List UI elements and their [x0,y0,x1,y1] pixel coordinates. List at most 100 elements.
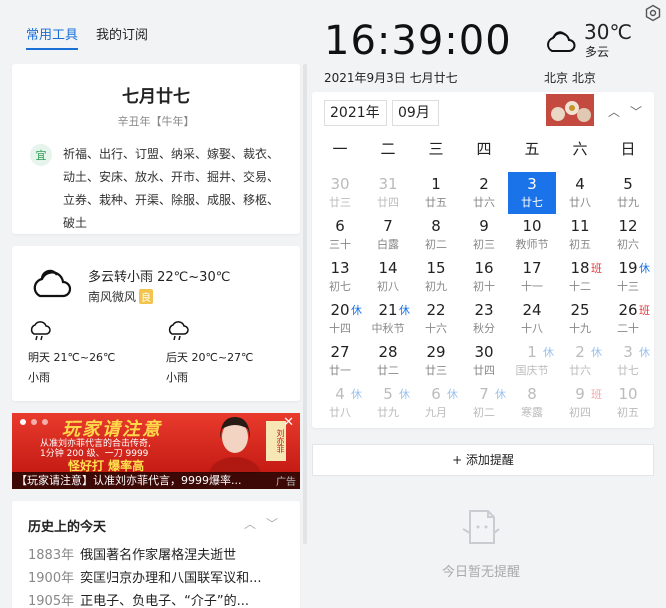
calendar-day[interactable]: 7 初二休 [460,382,508,424]
calendar-day[interactable]: 4 廿八休 [316,382,364,424]
day-number: 27 [330,343,350,361]
calendar-day[interactable]: 14 初八 [364,256,412,298]
calendar-day[interactable]: 16 初十 [460,256,508,298]
calendar-day[interactable]: 11 初五 [556,214,604,256]
calendar-day[interactable]: 13 初七 [316,256,364,298]
chevron-up-icon[interactable]: ︿ [244,515,256,532]
list-item[interactable]: 1905年 正电子、负电子、“介子”的... [28,590,288,608]
lunar-day: 秋分 [473,322,495,335]
ad-carousel-dots[interactable] [20,419,48,425]
calendar-day[interactable]: 3 廿七休 [604,340,652,382]
calendar-day[interactable]: 4 廿八 [556,172,604,214]
list-item[interactable]: 1883年 俄国著名作家屠格涅夫逝世 [28,544,288,567]
day-number: 10 [618,385,638,403]
weekday-label: 六 [572,140,588,158]
day-number: 7 [383,217,393,235]
calendar-day[interactable]: 29 廿三 [412,340,460,382]
add-reminder-button[interactable]: + 添加提醒 [312,444,654,476]
calendar-day[interactable]: 1 国庆节休 [508,340,556,382]
cloud-icon [547,31,576,52]
calendar-day[interactable]: 21 中秋节休 [364,298,412,340]
calendar-day[interactable]: 22 十六 [412,298,460,340]
ad-caption[interactable]: 【玩家请注意】认准刘亦菲代言，9999爆率... [12,472,300,489]
calendar-day[interactable]: 25 十九 [556,298,604,340]
empty-note-icon [462,510,500,544]
calendar-day[interactable]: 2 廿六 [460,172,508,214]
day-number: 22 [426,301,446,319]
calendar-day[interactable]: 19 十三休 [604,256,652,298]
calendar-day[interactable]: 5 廿九休 [364,382,412,424]
forecast-after-tomorrow: 后天 20℃~27℃ 小雨 [166,320,253,385]
calendar-day[interactable]: 9 初三 [460,214,508,256]
lunar-year: 辛丑年【牛年】 [117,115,195,128]
workday-badge: 班 [591,388,602,401]
calendar-day[interactable]: 5 廿九 [604,172,652,214]
ad-dot[interactable] [42,419,48,425]
calendar-day-today[interactable]: 3 廿七 [508,172,556,214]
lunar-day: 廿六 [473,196,495,209]
ad-banner[interactable]: 玩家请注意 从准刘亦菲代言的合击传奇, 1分钟 200 级、一刀 9999 怪好… [12,413,300,489]
calendar-day[interactable]: 8 初二 [412,214,460,256]
calendar-day[interactable]: 6 三十 [316,214,364,256]
settings-icon[interactable] [644,4,662,22]
calendar-day[interactable]: 10 教师节 [508,214,556,256]
lunar-day: 廿三 [329,196,351,209]
calendar-day[interactable]: 9 初四班 [556,382,604,424]
calendar-day[interactable]: 15 初九 [412,256,460,298]
forecast-after-tomorrow-temp: 后天 20℃~27℃ [166,351,254,364]
ad-dot[interactable] [31,419,37,425]
tab-common-tools[interactable]: 常用工具 [26,24,79,50]
weekday-label: 二 [380,140,396,158]
current-temperature: 30℃ [584,20,632,44]
calendar-day[interactable]: 23 秋分 [460,298,508,340]
calendar-day[interactable]: 30 廿四 [460,340,508,382]
day-number: 23 [474,301,494,319]
wind-text: 南风微风 [88,290,137,304]
year-select[interactable]: 2021年 [324,100,387,126]
empty-reminder-state: 今日暂无提醒 [436,505,526,580]
calendar-day[interactable]: 12 初六 [604,214,652,256]
calendar-day[interactable]: 30 廿三 [316,172,364,214]
calendar-day[interactable]: 27 廿一 [316,340,364,382]
calendar-day[interactable]: 10 初五 [604,382,652,424]
chevron-down-icon[interactable]: ﹀ [630,103,642,120]
holiday-banner-image[interactable] [546,94,594,126]
calendar-day[interactable]: 18 十二班 [556,256,604,298]
lunar-date: 七月廿七 [122,87,190,107]
lunar-day: 十四 [329,322,351,335]
calendar-day[interactable]: 26 二十班 [604,298,652,340]
day-number: 11 [570,217,590,235]
lunar-day: 廿九 [617,196,639,209]
chevron-up-icon[interactable]: ︿ [608,103,620,120]
left-panel-scrollbar[interactable] [303,64,307,544]
calendar-day[interactable]: 6 九月休 [412,382,460,424]
lunar-day: 教师节 [515,238,549,251]
calendar-day[interactable]: 17 十一 [508,256,556,298]
ad-close-button[interactable]: ✕ [283,415,294,430]
weekday-header: 一 二 三 四 五 六 日 [316,138,652,159]
list-item[interactable]: 1900年 奕匡归京办理和八国联军议和... [28,567,288,590]
forecast-tomorrow: 明天 21℃~26℃ 小雨 [28,320,115,385]
chevron-down-icon[interactable]: ﹀ [266,515,278,532]
lunar-day: 初七 [329,280,351,293]
almanac-card[interactable]: 七月廿七 辛丑年【牛年】 宜 祈福、出行、订盟、纳采、嫁娶、裁衣、动土、安床、放… [12,64,300,234]
calendar-day[interactable]: 28 廿二 [364,340,412,382]
month-select[interactable]: 09月 [392,100,439,126]
tab-my-subscriptions[interactable]: 我的订阅 [96,24,148,50]
ad-dot[interactable] [20,419,26,425]
calendar-day[interactable]: 1 廿五 [412,172,460,214]
calendar-day[interactable]: 8 寒露 [508,382,556,424]
history-title: 历史上的今天 [28,520,107,535]
calendar-day[interactable]: 24 十八 [508,298,556,340]
day-number: 6 [335,217,345,235]
history-year: 1905年 [28,594,75,608]
calendar-day[interactable]: 31 廿四 [364,172,412,214]
lunar-day: 廿八 [329,406,351,419]
weather-card[interactable]: 多云转小雨 22℃~30℃ 南风微风良 明天 21℃~26℃ 小雨 后天 20℃… [12,246,300,401]
forecast-after-tomorrow-cond: 小雨 [166,371,188,384]
calendar-day[interactable]: 20 十四休 [316,298,364,340]
location[interactable]: 北京 北京 [544,69,596,86]
calendar-day[interactable]: 2 廿六休 [556,340,604,382]
holiday-badge: 休 [543,346,554,359]
calendar-day[interactable]: 7 白露 [364,214,412,256]
